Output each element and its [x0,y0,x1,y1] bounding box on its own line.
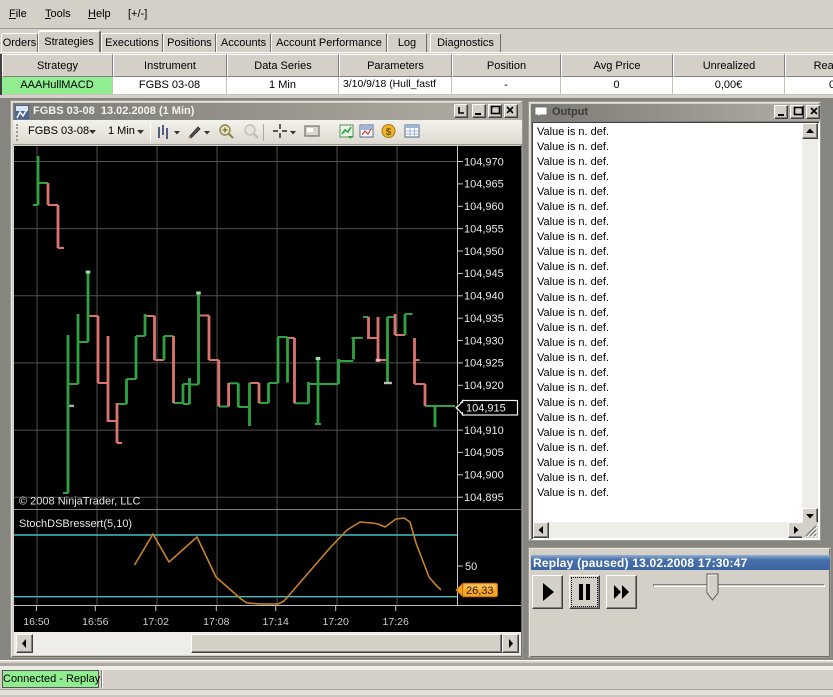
svg-text:104,955: 104,955 [464,223,504,235]
svg-text:16:50: 16:50 [23,616,49,628]
svg-text:© 2008 NinjaTrader, LLC: © 2008 NinjaTrader, LLC [19,496,140,508]
svg-text:104,945: 104,945 [464,268,504,280]
svg-text:26,33: 26,33 [466,585,494,597]
svg-text:$: $ [386,127,392,138]
svg-text:104,930: 104,930 [464,335,504,347]
svg-text:104,940: 104,940 [464,291,504,303]
svg-text:104,960: 104,960 [464,201,504,213]
svg-text:17:14: 17:14 [263,616,289,628]
svg-text:104,910: 104,910 [464,425,504,437]
svg-text:17:26: 17:26 [383,616,409,628]
svg-text:104,915: 104,915 [466,403,506,415]
svg-text:104,970: 104,970 [464,156,504,168]
svg-text:104,920: 104,920 [464,380,504,392]
svg-text:104,950: 104,950 [464,246,504,258]
svg-text:17:08: 17:08 [203,616,229,628]
svg-text:50: 50 [465,561,477,573]
svg-text:104,965: 104,965 [464,179,504,191]
svg-text:104,895: 104,895 [464,492,504,504]
svg-text:104,905: 104,905 [464,447,504,459]
svg-text:17:02: 17:02 [143,616,169,628]
svg-text:StochDSBressert(5,10): StochDSBressert(5,10) [19,518,132,530]
svg-text:104,935: 104,935 [464,313,504,325]
svg-text:17:20: 17:20 [323,616,349,628]
svg-text:104,900: 104,900 [464,470,504,482]
svg-text:16:56: 16:56 [82,616,108,628]
svg-text:104,925: 104,925 [464,358,504,370]
